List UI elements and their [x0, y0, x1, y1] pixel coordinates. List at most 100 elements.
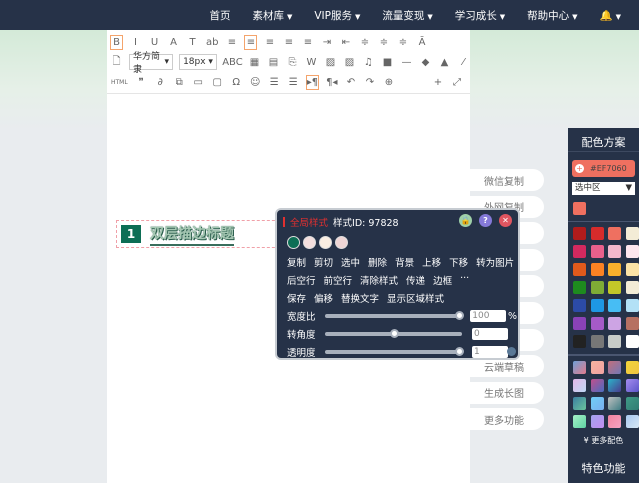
gradient-swatch[interactable]	[590, 397, 604, 410]
slider-value-input[interactable]: 1	[472, 346, 508, 358]
toolbar-button[interactable]: ☰	[287, 75, 300, 90]
popup-action[interactable]: 删除	[368, 255, 387, 269]
toolbar-button[interactable]: —	[400, 55, 413, 70]
color-swatch[interactable]	[625, 299, 639, 312]
popup-action[interactable]: 替换文字	[341, 291, 379, 305]
color-swatch[interactable]	[608, 245, 621, 258]
slider-track[interactable]	[325, 329, 462, 338]
popup-action[interactable]: 剪切	[314, 255, 333, 269]
side-button[interactable]: 微信复制	[470, 169, 544, 191]
color-circle[interactable]	[335, 236, 348, 249]
color-swatch[interactable]	[590, 335, 604, 348]
color-swatch[interactable]	[573, 245, 586, 258]
font-family-select[interactable]: 华方简隶 ▾	[129, 52, 174, 75]
lock-icon[interactable]: 🔒	[459, 214, 472, 227]
popup-action[interactable]: 偏移	[314, 291, 333, 305]
toolbar-button[interactable]: ▲	[438, 55, 451, 70]
toolbar-button[interactable]: ∂	[154, 75, 167, 90]
color-swatch[interactable]	[590, 281, 604, 294]
gradient-swatch[interactable]	[573, 415, 586, 428]
feature-title[interactable]: 特色功能	[568, 460, 639, 476]
toolbar-button[interactable]: ab	[205, 35, 219, 50]
color-swatch[interactable]	[608, 227, 621, 240]
nav-monetize[interactable]: 流量变现 ▼	[382, 8, 432, 23]
slider-knob[interactable]	[454, 311, 464, 320]
popup-action[interactable]: 下移	[449, 255, 468, 269]
nav-home[interactable]: 首页	[209, 8, 230, 23]
toolbar-button[interactable]: ♫	[362, 55, 375, 70]
color-swatch[interactable]	[590, 317, 604, 330]
gradient-swatch[interactable]	[590, 415, 604, 428]
toolbar-button[interactable]: ↷	[363, 75, 376, 90]
toolbar-button[interactable]: ▸¶	[305, 74, 320, 90]
help-icon[interactable]: ?	[479, 214, 492, 227]
color-swatch[interactable]	[573, 281, 586, 294]
color-swatch[interactable]	[573, 227, 586, 240]
toolbar-button[interactable]: ≑	[396, 35, 409, 50]
popup-action[interactable]: 显示区域样式	[387, 291, 444, 305]
color-swatch[interactable]	[590, 245, 604, 258]
current-color-swatch[interactable]	[573, 202, 586, 215]
toolbar-button[interactable]: ⇥	[320, 35, 333, 50]
nav-help[interactable]: 帮助中心 ▼	[527, 8, 577, 23]
popup-action[interactable]: 前空行	[324, 273, 353, 287]
color-circle[interactable]	[303, 236, 316, 249]
global-style-label[interactable]: 全局样式	[290, 215, 328, 229]
color-swatch[interactable]	[573, 335, 586, 348]
gradient-swatch[interactable]	[625, 361, 639, 374]
toolbar-button[interactable]: ≑	[358, 35, 371, 50]
color-swatch[interactable]	[608, 299, 621, 312]
toolbar-button[interactable]: ⊕	[382, 75, 395, 90]
toolbar-button[interactable]: ☰	[268, 75, 281, 90]
gradient-swatch[interactable]	[625, 415, 639, 428]
more-colors-link[interactable]: ¥ 更多配色	[568, 435, 639, 446]
color-value-input[interactable]: + #EF7060	[572, 160, 635, 177]
toolbar-button[interactable]: ≑	[377, 35, 390, 50]
nav-materials[interactable]: 素材库 ▼	[252, 8, 292, 23]
popup-action[interactable]: 传递	[406, 273, 425, 287]
new-doc-icon[interactable]: 🗋	[110, 55, 123, 70]
color-swatch[interactable]	[608, 317, 621, 330]
color-circle[interactable]	[287, 236, 300, 249]
gradient-swatch[interactable]	[625, 397, 639, 410]
toolbar-button[interactable]: W	[305, 55, 318, 70]
toolbar-button[interactable]: ↶	[344, 75, 357, 90]
gradient-swatch[interactable]	[590, 379, 604, 392]
slider-track[interactable]	[324, 311, 464, 320]
toolbar-button[interactable]: ⇤	[339, 35, 352, 50]
toolbar-button[interactable]: ABC	[222, 55, 243, 70]
toolbar-button[interactable]: ≡	[263, 35, 276, 50]
popup-action[interactable]: 边框	[433, 273, 452, 287]
toolbar-button[interactable]: I	[129, 35, 142, 50]
toolbar-button[interactable]: ▨	[324, 55, 337, 70]
toolbar-button[interactable]: A	[167, 35, 180, 50]
close-icon[interactable]: ✕	[499, 214, 512, 227]
color-swatch[interactable]	[625, 281, 639, 294]
gradient-swatch[interactable]	[608, 361, 621, 374]
toolbar-button[interactable]: Ω	[230, 75, 243, 90]
toolbar-button[interactable]: ◆	[419, 55, 432, 70]
slider-value-input[interactable]: 100	[470, 310, 506, 322]
toolbar-button[interactable]: ▤	[267, 55, 280, 70]
scope-select[interactable]: 选中区 ▼	[572, 182, 635, 195]
gradient-swatch[interactable]	[625, 379, 639, 392]
gradient-swatch[interactable]	[590, 361, 604, 374]
font-size-select[interactable]: 18px ▾	[179, 54, 217, 70]
toolbar-button[interactable]: ≡	[301, 35, 314, 50]
slider-track[interactable]	[325, 347, 464, 356]
nav-learning[interactable]: 学习成长 ▼	[455, 8, 505, 23]
color-swatch[interactable]	[625, 227, 639, 240]
toolbar-button[interactable]: T	[186, 35, 199, 50]
color-swatch[interactable]	[590, 227, 604, 240]
color-swatch[interactable]	[590, 299, 604, 312]
toolbar-button[interactable]: U	[148, 35, 161, 50]
slider-knob[interactable]	[455, 347, 464, 356]
popup-action[interactable]: 背景	[395, 255, 414, 269]
toolbar-button[interactable]: ⧉	[173, 75, 186, 90]
popup-action[interactable]: 转为图片	[476, 255, 514, 269]
gradient-swatch[interactable]	[608, 397, 621, 410]
color-swatch[interactable]	[573, 263, 586, 276]
toolbar-button[interactable]: ¶◂	[325, 75, 338, 90]
toolbar-button[interactable]: ≡	[244, 34, 258, 50]
toolbar-button[interactable]: ⁄	[457, 55, 470, 70]
